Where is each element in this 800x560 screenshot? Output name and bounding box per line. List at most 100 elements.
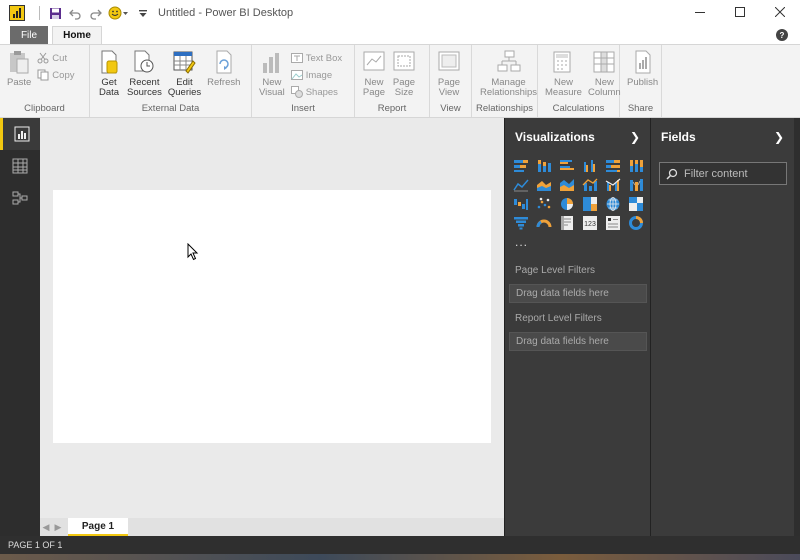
new-measure-button[interactable]: New Measure — [545, 49, 582, 98]
shapes-button[interactable]: Shapes — [290, 85, 342, 99]
page-view-label-2: View — [438, 87, 460, 98]
new-column-button[interactable]: New Column — [588, 49, 621, 98]
new-visual-button[interactable]: New Visual — [259, 49, 285, 98]
report-group-label: Report — [377, 103, 407, 114]
maximize-button[interactable] — [720, 0, 760, 24]
manage-relationships-button[interactable]: Manage Relationships — [480, 49, 537, 98]
paste-button[interactable]: Paste — [7, 49, 31, 88]
page-filters-drop-zone[interactable]: Drag data fields here — [509, 284, 647, 303]
report-filters-drop-zone[interactable]: Drag data fields here — [509, 332, 647, 351]
clipboard-group: Paste Cut Copy Clipboard — [0, 45, 90, 117]
next-page-arrow-icon[interactable]: ▶ — [52, 518, 64, 536]
fields-pane: Fields ❯ — [650, 118, 794, 536]
viz-treemap-icon[interactable] — [581, 196, 599, 211]
viz-donut-icon[interactable] — [627, 215, 645, 230]
viz-line-column-icon[interactable] — [581, 177, 599, 192]
copy-label: Copy — [52, 69, 75, 81]
new-page-icon — [363, 51, 385, 71]
report-group: New Page Page Size Report — [355, 45, 430, 117]
collapse-visualizations-chevron-icon[interactable]: ❯ — [630, 130, 640, 144]
close-button[interactable] — [760, 0, 800, 24]
edit-queries-button[interactable]: Edit Queries — [168, 49, 201, 98]
new-column-icon — [593, 51, 615, 73]
viz-pie-icon[interactable] — [558, 196, 576, 211]
report-page-canvas[interactable] — [53, 190, 491, 443]
desktop-background — [794, 118, 800, 536]
viz-card-icon[interactable] — [558, 215, 576, 230]
viz-multi-row-card-icon[interactable]: 123 — [581, 215, 599, 230]
tab-file[interactable]: File — [10, 26, 48, 44]
page-view-button[interactable]: Page View — [437, 49, 461, 98]
viz-area-icon[interactable] — [535, 177, 553, 192]
viz-funnel-icon[interactable] — [512, 215, 530, 230]
cut-button[interactable]: Cut — [37, 51, 74, 65]
text-box-label: Text Box — [305, 52, 343, 64]
minimize-button[interactable] — [680, 0, 720, 24]
page-level-filters-label: Page Level Filters — [515, 265, 596, 276]
edit-queries-icon — [173, 51, 197, 74]
recent-sources-icon — [134, 50, 154, 73]
copy-button[interactable]: Copy — [37, 68, 74, 82]
new-page-button[interactable]: New Page — [362, 49, 386, 98]
viz-filled-map-icon[interactable] — [627, 196, 645, 211]
viz-stacked-area-icon[interactable] — [558, 177, 576, 192]
fields-title: Fields — [661, 130, 696, 144]
tab-home[interactable]: Home — [52, 26, 102, 44]
status-bar: PAGE 1 OF 1 — [0, 536, 800, 554]
view-group-label: View — [440, 103, 461, 114]
viz-scatter-icon[interactable] — [535, 196, 553, 211]
collapse-fields-chevron-icon[interactable]: ❯ — [774, 130, 784, 144]
refresh-button[interactable]: Refresh — [207, 49, 240, 88]
viz-100-stacked-column-icon[interactable] — [627, 158, 645, 173]
viz-line-icon[interactable] — [512, 177, 530, 192]
viz-line-clustered-icon[interactable] — [604, 177, 622, 192]
viz-map-icon[interactable] — [604, 196, 622, 211]
data-view-button[interactable] — [0, 150, 40, 182]
get-data-button[interactable]: Get Data — [97, 49, 121, 98]
relationships-group-label: Relationships — [475, 103, 534, 114]
viz-slicer-icon[interactable] — [604, 215, 622, 230]
image-button[interactable]: Image — [290, 68, 342, 82]
viz-gauge-icon[interactable] — [535, 215, 553, 230]
save-icon[interactable] — [48, 6, 62, 20]
report-level-filters-label: Report Level Filters — [515, 313, 602, 324]
redo-icon[interactable] — [88, 6, 102, 20]
power-bi-logo-icon — [9, 5, 25, 21]
page-tab-1[interactable]: Page 1 — [68, 518, 128, 536]
viz-stacked-bar-icon[interactable] — [512, 158, 530, 173]
desktop-wallpaper-strip — [0, 554, 800, 560]
customize-toolbar-icon[interactable] — [136, 6, 150, 20]
viz-waterfall-icon[interactable] — [512, 196, 530, 211]
more-visuals-ellipsis[interactable]: ... — [515, 235, 528, 249]
quick-access-toolbar — [37, 5, 150, 21]
copy-icon — [37, 69, 49, 81]
report-canvas-area — [40, 118, 504, 518]
paste-label: Paste — [7, 77, 32, 88]
window-title: Untitled - Power BI Desktop — [158, 7, 294, 19]
relationships-view-button[interactable] — [0, 182, 40, 214]
viz-clustered-bar-icon[interactable] — [558, 158, 576, 173]
external-data-group-label: External Data — [141, 103, 200, 114]
page-tabs-bar: ◀ ▶ Page 1 — [40, 518, 504, 536]
filter-content-input[interactable] — [684, 167, 784, 180]
text-box-button[interactable]: Text Box — [290, 51, 343, 65]
help-icon[interactable]: ? — [776, 29, 788, 41]
view-switcher — [0, 118, 40, 536]
undo-icon[interactable] — [68, 6, 82, 20]
recent-sources-button[interactable]: Recent Sources — [127, 49, 162, 98]
previous-page-arrow-icon[interactable]: ◀ — [40, 518, 52, 536]
viz-clustered-column-icon[interactable] — [581, 158, 599, 173]
scissors-icon — [37, 52, 49, 64]
viz-stacked-column-icon[interactable] — [535, 158, 553, 173]
ribbon-tab-row: File Home ? — [0, 26, 800, 44]
publish-button[interactable]: Publish — [627, 49, 658, 88]
report-view-button[interactable] — [0, 118, 40, 150]
page-size-button[interactable]: Page Size — [392, 49, 416, 98]
cut-label: Cut — [52, 52, 68, 64]
smiley-feedback-icon[interactable] — [108, 6, 130, 20]
publish-icon — [635, 50, 651, 74]
relationships-group: Manage Relationships Relationships — [472, 45, 538, 117]
viz-100-stacked-bar-icon[interactable] — [604, 158, 622, 173]
viz-ribbon-icon[interactable] — [627, 177, 645, 192]
share-group: Publish Share — [620, 45, 662, 117]
